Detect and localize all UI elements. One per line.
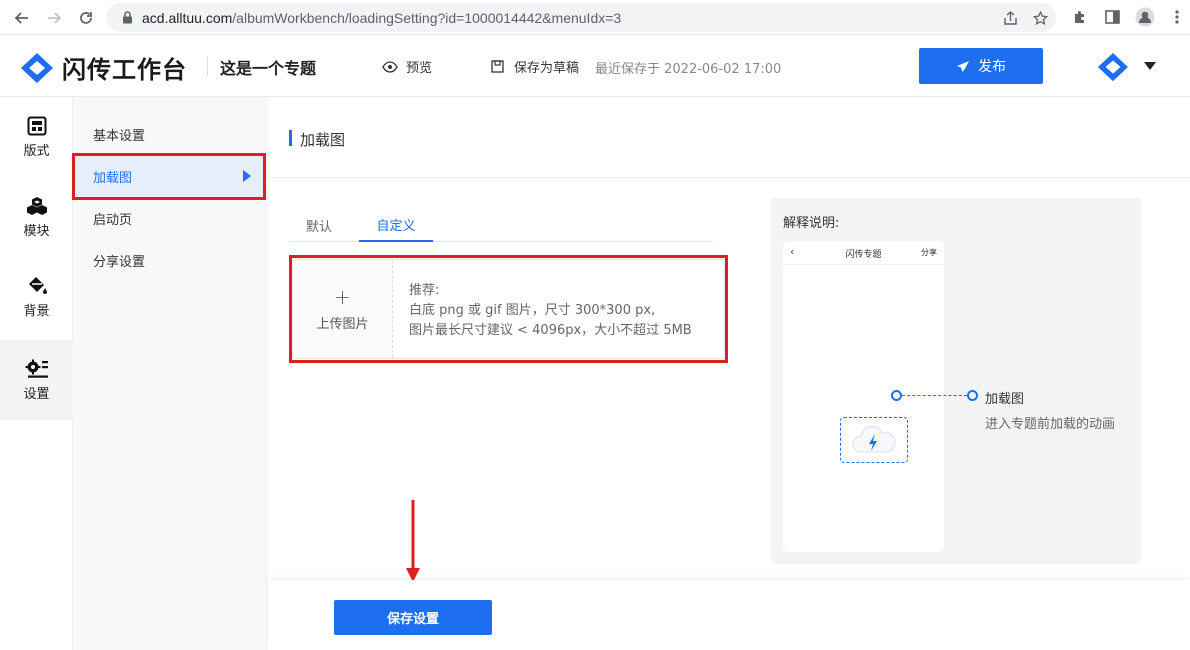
cloud-lightning-icon: [852, 425, 896, 453]
explanation-title: 解释说明:: [783, 216, 840, 231]
connector-start-dot: [891, 390, 902, 401]
layout-icon: [27, 116, 46, 135]
phone-share-label: 分享: [921, 248, 937, 257]
header-divider: [207, 56, 208, 76]
account-avatar[interactable]: [1097, 52, 1129, 86]
rail-item-layout[interactable]: 版式: [0, 97, 73, 177]
brand-name: 闪传工作台: [62, 56, 187, 84]
save-draft-button[interactable]: 保存为草稿: [491, 57, 579, 76]
connector-line: [902, 395, 967, 397]
paint-bucket-icon: [28, 276, 47, 294]
footer-bar: 保存设置: [268, 580, 1190, 650]
project-title[interactable]: 这是一个专题: [220, 55, 316, 79]
preview-button[interactable]: 预览: [382, 57, 432, 76]
star-icon[interactable]: [1029, 7, 1051, 29]
url-text: acd.alltuu.com/albumWorkbench/loadingSet…: [142, 9, 622, 26]
phone-nav-bar: ‹ 闪传专题 分享: [783, 241, 944, 265]
submenu-item-splash-page[interactable]: 启动页: [73, 197, 268, 239]
more-icon[interactable]: [1166, 6, 1188, 28]
save-icon: [491, 60, 504, 73]
section-title: 加载图: [289, 129, 345, 150]
submenu-item-basic-settings[interactable]: 基本设置: [73, 113, 268, 155]
settings-icon: [25, 359, 48, 378]
loading-animation-placeholder: [840, 417, 908, 463]
rail-item-label: 模块: [23, 223, 50, 239]
share-icon[interactable]: [999, 7, 1021, 29]
send-icon: [957, 60, 969, 72]
profile-icon[interactable]: [1134, 6, 1156, 28]
icon-rail: 版式 模块 背景 设置: [0, 97, 73, 650]
back-arrow-icon[interactable]: [8, 0, 36, 35]
extensions-icon[interactable]: [1069, 6, 1091, 28]
section-divider: [268, 177, 1190, 178]
publish-label: 发布: [978, 59, 1006, 75]
last-saved-text: 最近保存于 2022-06-02 17:00: [595, 62, 782, 77]
rail-item-background[interactable]: 背景: [0, 257, 73, 337]
lock-icon[interactable]: [118, 11, 136, 24]
sidebar-icon[interactable]: [1101, 6, 1123, 28]
connector-end-dot: [967, 390, 978, 401]
highlight-box-upload: [289, 255, 728, 363]
tab-custom[interactable]: 自定义: [359, 209, 433, 242]
publish-button[interactable]: 发布: [919, 48, 1043, 84]
rail-item-label: 设置: [23, 386, 50, 402]
rail-item-modules[interactable]: 模块: [0, 177, 73, 257]
phone-title: 闪传专题: [845, 250, 882, 260]
forward-arrow-icon[interactable]: [40, 0, 68, 35]
explanation-panel: 解释说明: ‹ 闪传专题 分享 加载图 进入专题前加载的动画: [771, 198, 1141, 564]
save-draft-label: 保存为草稿: [514, 61, 580, 76]
rail-item-label: 版式: [23, 143, 50, 159]
browser-toolbar: acd.alltuu.com/albumWorkbench/loadingSet…: [0, 0, 1190, 35]
preview-label: 预览: [406, 61, 433, 76]
tab-default[interactable]: 默认: [293, 209, 345, 242]
address-bar[interactable]: acd.alltuu.com/albumWorkbench/loadingSet…: [106, 3, 1056, 32]
eye-icon: [382, 60, 398, 73]
annotation-arrow-icon: [406, 500, 420, 582]
annotation-description: 进入专题前加载的动画: [985, 417, 1116, 432]
rail-item-settings[interactable]: 设置: [0, 340, 73, 420]
reload-icon[interactable]: [72, 0, 100, 35]
annotation-title: 加载图: [985, 392, 1025, 407]
app-header: 闪传工作台 这是一个专题 预览 保存为草稿 最近保存于 2022-06-02 1…: [0, 36, 1190, 97]
modules-icon: [26, 196, 47, 215]
brand-logo-icon: [21, 52, 53, 83]
rail-item-label: 背景: [23, 303, 50, 319]
save-settings-button[interactable]: 保存设置: [334, 600, 492, 635]
tab-bar: 默认 自定义: [289, 209, 713, 242]
account-dropdown-caret-icon[interactable]: [1144, 62, 1156, 70]
highlight-box-menu: [72, 153, 266, 200]
submenu-item-share-settings[interactable]: 分享设置: [73, 239, 268, 281]
brand-logo[interactable]: 闪传工作台: [20, 50, 187, 85]
